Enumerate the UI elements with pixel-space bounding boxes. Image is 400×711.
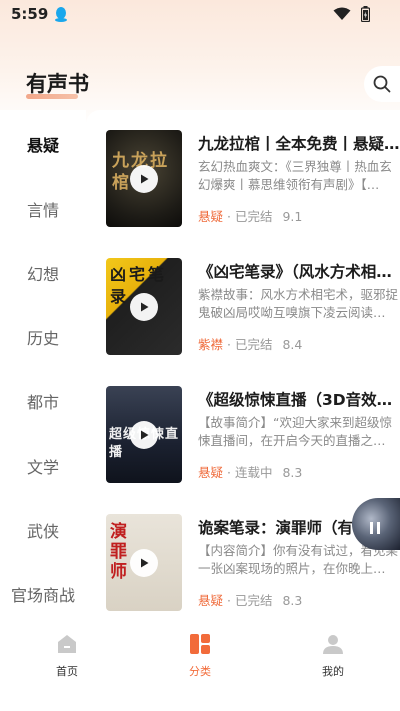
book-title[interactable]: 九龙拉棺丨全本免费丨悬疑… [198, 132, 400, 154]
sidebar-item-officialdom[interactable]: 官场商战 [0, 582, 86, 606]
search-button[interactable] [364, 66, 400, 102]
book-description: 玄幻热血爽文：《三界独尊丨热血玄幻爆爽丨慕思维领衔有声剧》【… [198, 159, 392, 192]
book-cover[interactable]: 演罪师 [106, 514, 182, 611]
tab-home[interactable]: 首页 [37, 632, 97, 679]
book-cover[interactable]: 超级惊悚直播 [106, 386, 182, 483]
tab-category[interactable]: 分类 [170, 632, 230, 679]
search-icon [373, 75, 391, 93]
sidebar-item-literature[interactable]: 文学 [0, 454, 86, 478]
play-button[interactable] [130, 549, 158, 577]
sidebar-item-fantasy[interactable]: 幻想 [0, 261, 86, 285]
book-tag: 悬疑 [198, 465, 224, 480]
book-cover[interactable]: 九龙拉棺 [106, 130, 182, 227]
book-meta: 紫襟 · 已完结 8.4 [198, 334, 302, 353]
list-item[interactable]: 凶宅笔录 《凶宅笔录》（风水方术相… 紫襟故事：风水方术相宅术，驱邪捉鬼破凶局哎… [106, 258, 400, 358]
battery-icon [361, 6, 370, 22]
header: 有声书 [0, 58, 400, 108]
book-meta: 悬疑 · 已完结 9.1 [198, 206, 302, 225]
play-icon [141, 302, 149, 312]
book-meta: 悬疑 · 连载中 8.3 [198, 462, 302, 481]
category-sidebar: 悬疑 言情 幻想 历史 都市 文学 武侠 官场商战 [0, 110, 86, 608]
book-status: 连载中 [234, 465, 273, 480]
qq-notification-icon [55, 7, 67, 22]
title-underline [26, 94, 78, 99]
play-button[interactable] [130, 421, 158, 449]
book-status: 已完结 [234, 209, 273, 224]
book-tag: 悬疑 [198, 593, 224, 608]
play-icon [141, 558, 149, 568]
list-item[interactable]: 超级惊悚直播 《超级惊悚直播（3D音效… 【故事简介】“欢迎大家来到超级惊悚直播… [106, 386, 400, 486]
book-score: 8.4 [282, 337, 303, 352]
book-status: 已完结 [234, 593, 273, 608]
play-button[interactable] [130, 293, 158, 321]
book-title[interactable]: 《凶宅笔录》（风水方术相… [198, 260, 400, 282]
status-time: 5:59 [11, 5, 49, 23]
profile-icon [323, 635, 343, 654]
pause-icon [370, 522, 373, 534]
book-status: 已完结 [234, 337, 273, 352]
book-score: 8.3 [282, 465, 303, 480]
bottom-tab-bar: 首页 分类 我的 [0, 620, 400, 711]
floating-player-button[interactable] [352, 498, 400, 550]
play-button[interactable] [130, 165, 158, 193]
book-score: 9.1 [282, 209, 303, 224]
book-meta: 悬疑 · 已完结 8.3 [198, 590, 302, 609]
book-description: 紫襟故事：风水方术相宅术，驱邪捉鬼破凶局哎呦互嗅旗下凌云阅读… [198, 287, 399, 320]
status-bar: 5:59 [0, 0, 400, 28]
tab-label: 首页 [56, 665, 78, 678]
sidebar-item-suspense[interactable]: 悬疑 [0, 132, 86, 156]
book-title[interactable]: 《超级惊悚直播（3D音效… [198, 388, 400, 410]
sidebar-item-urban[interactable]: 都市 [0, 389, 86, 413]
play-icon [141, 430, 149, 440]
separator: · [227, 209, 231, 224]
sidebar-item-wuxia[interactable]: 武侠 [0, 518, 86, 542]
list-item[interactable]: 九龙拉棺 九龙拉棺丨全本免费丨悬疑… 玄幻热血爽文：《三界独尊丨热血玄幻爆爽丨慕… [106, 130, 400, 230]
book-score: 8.3 [282, 593, 303, 608]
category-icon [190, 634, 210, 654]
book-cover[interactable]: 凶宅笔录 [106, 258, 182, 355]
tab-profile[interactable]: 我的 [303, 632, 363, 679]
sidebar-item-romance[interactable]: 言情 [0, 197, 86, 221]
separator: · [227, 593, 231, 608]
sidebar-item-history[interactable]: 历史 [0, 325, 86, 349]
tab-label: 我的 [322, 665, 344, 678]
pause-icon-bar [377, 522, 380, 534]
book-tag: 紫襟 [198, 337, 224, 352]
book-tag: 悬疑 [198, 209, 224, 224]
home-icon [58, 635, 76, 653]
play-icon [141, 174, 149, 184]
separator: · [227, 465, 231, 480]
wifi-icon [333, 7, 351, 20]
book-description: 【故事简介】“欢迎大家来到超级惊悚直播间，在开启今天的直播之… [198, 415, 392, 448]
tab-label: 分类 [189, 665, 211, 678]
separator: · [227, 337, 231, 352]
